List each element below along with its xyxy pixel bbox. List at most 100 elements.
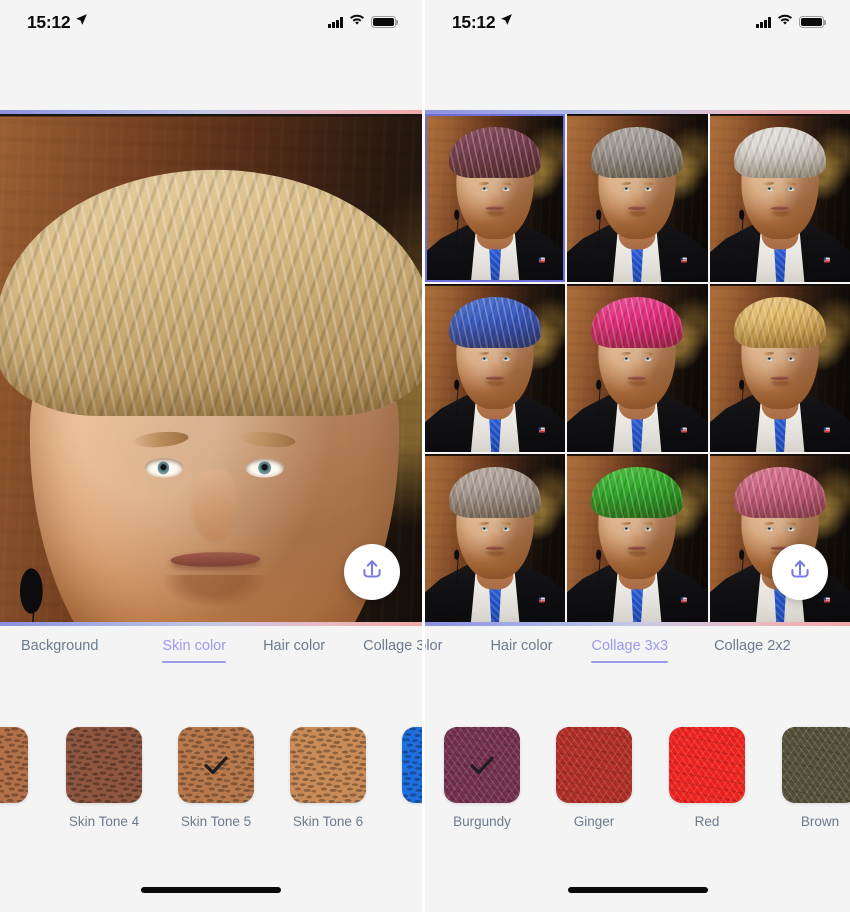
collage-cell[interactable] bbox=[709, 114, 850, 282]
portrait-brow-left bbox=[620, 181, 633, 186]
portrait-mouth bbox=[169, 551, 259, 568]
tab-hair-color[interactable]: Hair color bbox=[490, 638, 552, 663]
status-time: 15:12 bbox=[27, 11, 71, 32]
tab-hair-color[interactable]: Hair color bbox=[263, 638, 325, 663]
portrait-flag-pin bbox=[538, 597, 545, 604]
share-button-left[interactable] bbox=[344, 544, 400, 600]
tab-bar-left: Background Skin color Hair color Collage… bbox=[0, 626, 422, 682]
tab-collage-3x3[interactable]: Collage 3x3 bbox=[363, 638, 422, 663]
portrait-nose bbox=[192, 469, 237, 543]
wifi-icon bbox=[777, 13, 793, 31]
swatch-color[interactable] bbox=[444, 727, 520, 803]
portrait-nose bbox=[490, 529, 500, 545]
swatch-item[interactable]: Brown bbox=[782, 727, 850, 829]
portrait-eye-right bbox=[501, 356, 510, 361]
portrait-eye-right bbox=[644, 526, 653, 531]
swatch-item[interactable]: Ginger bbox=[556, 727, 632, 829]
portrait-flag-pin bbox=[681, 597, 687, 604]
portrait-image bbox=[709, 285, 850, 452]
portrait-chin-shadow bbox=[768, 381, 791, 388]
swatch-color[interactable] bbox=[178, 727, 254, 803]
swatch-texture bbox=[782, 727, 850, 803]
tab-collage-3x3-label: Collage 3x3 bbox=[591, 638, 669, 654]
collage-preview-right[interactable] bbox=[425, 114, 850, 622]
portrait-chin-shadow bbox=[162, 575, 267, 608]
swatch-label: Red bbox=[694, 814, 720, 829]
collage-cell[interactable] bbox=[567, 284, 708, 452]
swatch-item[interactable]: Skin Tone 4 bbox=[66, 727, 142, 829]
portrait-nose bbox=[775, 189, 785, 205]
swatch-strip-right[interactable]: Burgundy Ginger Red Brown bbox=[425, 682, 850, 868]
portrait-mouth bbox=[485, 546, 505, 550]
swatch-color[interactable] bbox=[66, 727, 142, 803]
portrait-nose bbox=[775, 529, 785, 545]
portrait-brow-right bbox=[642, 351, 655, 356]
swatch-texture bbox=[66, 727, 142, 803]
collage-cell[interactable] bbox=[567, 454, 708, 622]
status-bar-left-group: 15:12 bbox=[27, 12, 88, 33]
swatch-item[interactable]: Skin Tone 5 bbox=[178, 727, 254, 829]
swatch-label: Skin Tone 5 bbox=[180, 814, 252, 829]
cellular-signal-icon bbox=[756, 16, 771, 28]
portrait-image bbox=[567, 455, 708, 622]
home-indicator-area-right bbox=[425, 868, 850, 912]
tab-underline bbox=[591, 660, 669, 663]
portrait-nose bbox=[490, 189, 500, 205]
portrait-brow-right bbox=[500, 521, 513, 526]
tab-skin-color-label: color bbox=[425, 638, 443, 654]
status-bar-left: 15:12 bbox=[0, 0, 422, 44]
swatch-item[interactable]: Skin Tone 6 bbox=[290, 727, 366, 829]
portrait-flag-pin bbox=[681, 257, 687, 264]
swatch-item[interactable]: e 3 bbox=[0, 727, 28, 829]
collage-cell[interactable] bbox=[425, 284, 566, 452]
collage-grid[interactable] bbox=[425, 114, 850, 622]
portrait-nose bbox=[632, 189, 643, 205]
portrait-chin-shadow bbox=[484, 551, 506, 558]
collage-cell[interactable] bbox=[425, 454, 566, 622]
swatch-color[interactable] bbox=[290, 727, 366, 803]
collage-cell[interactable] bbox=[567, 114, 708, 282]
location-arrow-icon bbox=[75, 13, 88, 31]
tab-skin-color[interactable]: color bbox=[425, 638, 442, 663]
portrait-chin-shadow bbox=[484, 381, 506, 388]
swatch-item[interactable]: Red bbox=[669, 727, 745, 829]
swatch-texture bbox=[669, 727, 745, 803]
portrait-nose bbox=[490, 359, 500, 375]
portrait-image bbox=[567, 285, 708, 452]
collage-cell[interactable] bbox=[425, 114, 566, 282]
home-indicator[interactable] bbox=[567, 887, 708, 893]
swatch-color[interactable] bbox=[556, 727, 632, 803]
portrait-brow-left bbox=[478, 351, 490, 356]
portrait-brow-right bbox=[785, 181, 797, 186]
home-indicator[interactable] bbox=[141, 887, 281, 893]
portrait-image bbox=[425, 455, 566, 622]
portrait-flag-pin bbox=[538, 427, 545, 434]
tab-background[interactable]: Background bbox=[21, 638, 98, 663]
status-bar-right-group bbox=[328, 13, 399, 31]
portrait-eye-left bbox=[622, 526, 631, 531]
portrait-brow-right bbox=[642, 521, 655, 526]
portrait-chin-shadow bbox=[626, 211, 649, 218]
portrait-flag-pin bbox=[823, 257, 830, 264]
portrait-brow-right bbox=[239, 429, 297, 450]
swatch-item[interactable]: Burgundy bbox=[444, 727, 520, 829]
swatch-color[interactable] bbox=[0, 727, 28, 803]
swatch-label: Ginger bbox=[573, 814, 615, 829]
swatch-strip-left[interactable]: e 3 Skin Tone 4 Skin Tone 5 Skin Tone 6 bbox=[0, 682, 422, 868]
share-button-right[interactable] bbox=[772, 544, 828, 600]
photo-preview-left[interactable] bbox=[0, 114, 422, 622]
collage-cell[interactable] bbox=[709, 454, 850, 622]
swatch-item[interactable] bbox=[402, 727, 422, 814]
portrait-image bbox=[425, 285, 566, 452]
swatch-color[interactable] bbox=[402, 727, 422, 803]
swatch-color[interactable] bbox=[782, 727, 850, 803]
portrait-brow-left bbox=[132, 429, 190, 450]
collage-cell[interactable] bbox=[709, 284, 850, 452]
swatch-color[interactable] bbox=[669, 727, 745, 803]
tab-collage-3x3[interactable]: Collage 3x3 bbox=[591, 638, 669, 663]
tab-hair-color-label: Hair color bbox=[263, 638, 326, 654]
tab-skin-color[interactable]: Skin color bbox=[162, 638, 227, 663]
left-phone-screen: 15:12 Background Skin color Hair color C… bbox=[0, 0, 425, 912]
portrait-mouth bbox=[628, 206, 647, 210]
tab-collage-2x2[interactable]: Collage 2x2 bbox=[714, 638, 791, 663]
